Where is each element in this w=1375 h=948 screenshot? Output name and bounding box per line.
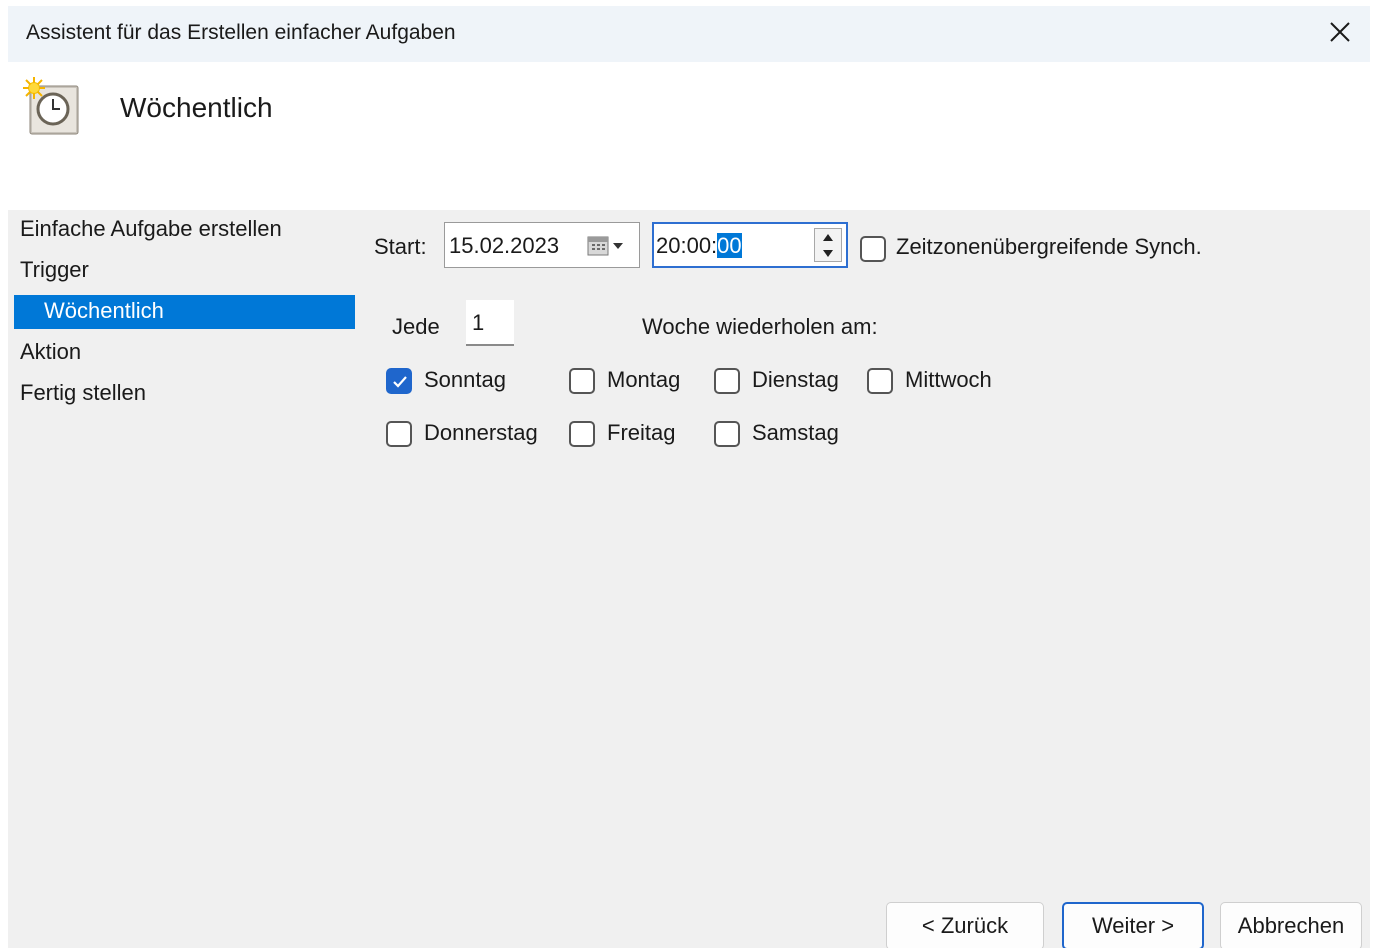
repeat-label: Woche wiederholen am: — [642, 314, 878, 339]
start-label: Start: — [374, 234, 427, 259]
page-heading: Wöchentlich — [120, 92, 273, 123]
wizard-window: Assistent für das Erstellen einfacher Au… — [8, 6, 1370, 948]
time-seconds-selection: 00 — [717, 233, 742, 258]
arrow-down-icon — [823, 249, 833, 257]
task-scheduler-clock-icon — [23, 77, 79, 135]
day-checkbox-tuesday[interactable] — [714, 368, 740, 394]
day-label-thursday: Donnerstag — [424, 420, 538, 445]
next-button[interactable]: Weiter > — [1062, 902, 1204, 948]
day-label-monday: Montag — [607, 367, 681, 392]
start-date-value: 15.02.2023 — [449, 233, 560, 258]
back-button[interactable]: < Zurück — [886, 902, 1044, 948]
start-time-input[interactable]: 20:00:00 — [652, 222, 848, 268]
timezone-sync-checkbox[interactable] — [860, 236, 886, 262]
day-label-friday: Freitag — [607, 420, 676, 445]
checkmark-icon — [393, 376, 407, 388]
calendar-dropdown-icon[interactable] — [587, 235, 627, 257]
day-label-saturday: Samstag — [752, 420, 839, 445]
arrow-up-icon — [823, 233, 833, 241]
timezone-sync-label: Zeitzonenübergreifende Synch. — [896, 234, 1202, 259]
weekly-trigger-panel: Start: 15.02.2023 20:00:00 Zeitzonenüber… — [368, 210, 1370, 948]
window-title: Assistent für das Erstellen einfacher Au… — [26, 21, 456, 44]
close-icon — [1330, 22, 1350, 42]
week-interval-input[interactable]: 1 — [466, 300, 514, 346]
nav-item-trigger[interactable]: Trigger — [20, 254, 89, 288]
day-checkbox-friday[interactable] — [569, 421, 595, 447]
every-label: Jede — [392, 314, 440, 339]
day-label-tuesday: Dienstag — [752, 367, 839, 392]
time-spinner[interactable] — [814, 228, 842, 262]
cancel-button[interactable]: Abbrechen — [1220, 902, 1362, 948]
close-button[interactable] — [1310, 6, 1370, 58]
day-checkbox-thursday[interactable] — [386, 421, 412, 447]
nav-item-action[interactable]: Aktion — [20, 336, 81, 370]
start-time-value: 20:00:00 — [656, 233, 742, 258]
day-checkbox-monday[interactable] — [569, 368, 595, 394]
day-checkbox-sunday[interactable] — [386, 368, 412, 394]
spin-up-button[interactable] — [815, 229, 841, 245]
spin-down-button[interactable] — [815, 245, 841, 261]
day-checkbox-wednesday[interactable] — [867, 368, 893, 394]
day-label-sunday: Sonntag — [424, 367, 506, 392]
nav-item-finish[interactable]: Fertig stellen — [20, 377, 146, 411]
nav-item-weekly[interactable]: Wöchentlich — [14, 295, 355, 329]
wizard-header: Wöchentlich — [8, 62, 1370, 210]
day-label-wednesday: Mittwoch — [905, 367, 992, 392]
nav-item-create-task[interactable]: Einfache Aufgabe erstellen — [20, 213, 282, 247]
title-bar: Assistent für das Erstellen einfacher Au… — [8, 6, 1370, 62]
start-date-picker[interactable]: 15.02.2023 — [444, 222, 640, 268]
week-interval-value: 1 — [472, 310, 485, 335]
day-checkbox-saturday[interactable] — [714, 421, 740, 447]
